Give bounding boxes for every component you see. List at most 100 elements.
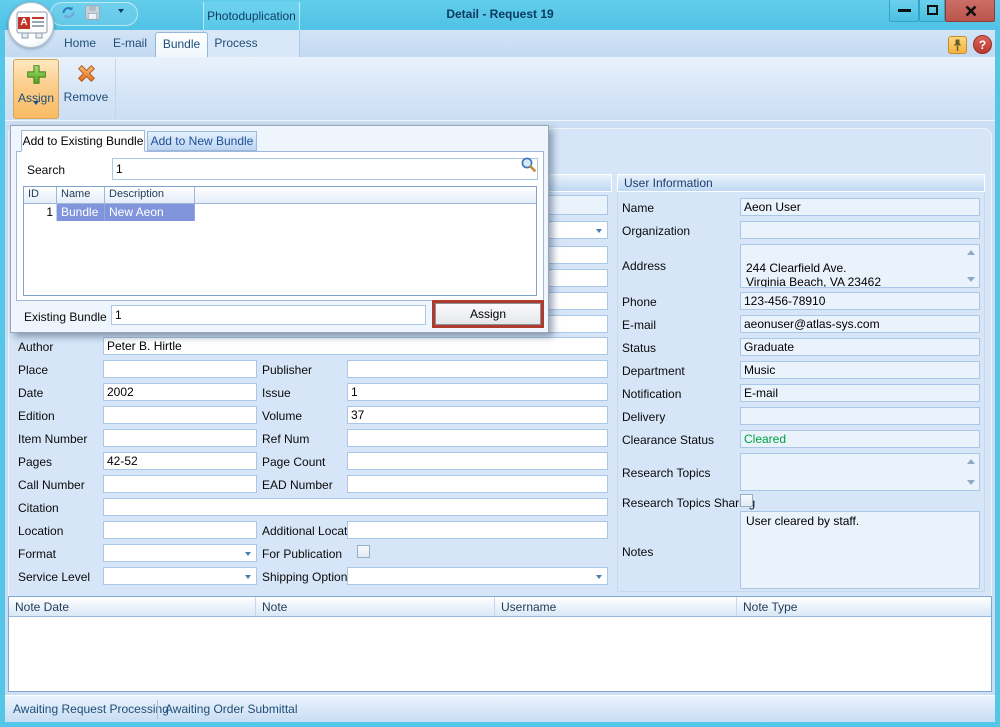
assign-button[interactable]: Assign (13, 59, 59, 119)
user-notes-label: Notes (622, 545, 653, 559)
page-count-field[interactable] (347, 452, 608, 470)
col-note[interactable]: Note (256, 597, 495, 616)
status-separator (157, 700, 158, 719)
place-field[interactable] (103, 360, 257, 378)
citation-field[interactable] (103, 498, 608, 516)
popup-assign-button[interactable]: Assign (435, 303, 541, 325)
tab-add-existing-bundle[interactable]: Add to Existing Bundle (21, 130, 145, 152)
edition-field[interactable] (103, 406, 257, 424)
for-publication-label: For Publication (262, 547, 342, 561)
research-topics-sharing-label: Research Topics Sharing (622, 496, 755, 510)
status-request: Awaiting Request Processing (13, 702, 169, 716)
pin-icon[interactable] (948, 36, 967, 54)
notes-grid[interactable]: Note Date Note Username Note Type (8, 596, 992, 692)
status-field[interactable]: Graduate (740, 338, 980, 356)
bundle-grid-header: ID Name Description (24, 187, 536, 204)
delivery-field[interactable] (740, 407, 980, 425)
research-topics-field[interactable] (740, 453, 980, 491)
tab-home[interactable]: Home (55, 30, 105, 57)
assign-target-highlight: Assign (432, 300, 544, 328)
item-number-field[interactable] (103, 429, 257, 447)
service-level-dropdown[interactable] (103, 567, 257, 585)
col-description[interactable]: Description (105, 187, 195, 203)
bundle-description-cell[interactable]: New Aeon Bundle (105, 204, 195, 221)
clearance-status-field[interactable]: Cleared (740, 430, 980, 448)
email-field[interactable]: aeonuser@atlas-sys.com (740, 315, 980, 333)
bundle-row-selected[interactable]: 1 Bundle 1 New Aeon Bundle (24, 204, 536, 221)
spin-down-icon[interactable] (967, 277, 975, 282)
notification-label: Notification (622, 387, 681, 401)
ead-number-label: EAD Number (262, 478, 333, 492)
address-spinner[interactable] (964, 246, 978, 286)
research-topics-spinner[interactable] (964, 455, 978, 489)
ead-number-field[interactable] (347, 475, 608, 493)
bundle-id-cell[interactable]: 1 (24, 204, 57, 221)
bundle-grid[interactable]: ID Name Description 1 Bundle 1 New Aeon … (23, 186, 537, 296)
tab-process[interactable]: Process (205, 30, 267, 57)
email-label: E-mail (622, 318, 656, 332)
department-field[interactable]: Music (740, 361, 980, 379)
for-publication-checkbox[interactable] (357, 545, 370, 558)
tab-add-new-bundle[interactable]: Add to New Bundle (147, 131, 257, 151)
clearance-status-label: Clearance Status (622, 433, 714, 447)
address-label: Address (622, 259, 666, 273)
col-filler (195, 187, 536, 203)
add-to-bundle-popup: Add to Existing Bundle Add to New Bundle… (10, 125, 549, 333)
notification-field[interactable]: E-mail (740, 384, 980, 402)
organization-field[interactable] (740, 221, 980, 239)
existing-bundle-id-label: Existing Bundle ID (24, 310, 122, 324)
spin-up-icon[interactable] (967, 250, 975, 255)
ref-num-label: Ref Num (262, 432, 309, 446)
location-field[interactable] (103, 521, 257, 539)
col-username[interactable]: Username (495, 597, 737, 616)
user-name-field[interactable]: Aeon User (740, 198, 980, 216)
research-topics-sharing-checkbox[interactable] (740, 494, 753, 507)
call-number-label: Call Number (18, 478, 85, 492)
spin-down-icon[interactable] (967, 480, 975, 485)
format-dropdown[interactable] (103, 544, 257, 562)
tab-email[interactable]: E-mail (105, 30, 155, 57)
minimize-button[interactable] (889, 0, 919, 22)
date-field[interactable] (103, 383, 257, 401)
issue-field[interactable] (347, 383, 608, 401)
search-input[interactable] (112, 158, 538, 180)
pages-label: Pages (18, 455, 52, 469)
citation-label: Citation (18, 501, 59, 515)
col-note-date[interactable]: Note Date (9, 597, 256, 616)
app-icon[interactable]: A (8, 2, 54, 48)
x-icon (75, 62, 98, 85)
ribbon-tab-strip: Home E-mail Bundle Process ? (5, 30, 995, 57)
remove-button[interactable]: Remove (63, 59, 109, 119)
publisher-label: Publisher (262, 363, 312, 377)
shipping-option-dropdown[interactable] (347, 567, 608, 585)
bundle-name-cell[interactable]: Bundle 1 (57, 204, 105, 221)
delivery-label: Delivery (622, 410, 665, 424)
maximize-button[interactable] (919, 0, 945, 22)
phone-field[interactable]: 123-456-78910 (740, 292, 980, 310)
additional-location-field[interactable] (347, 521, 608, 539)
call-number-field[interactable] (103, 475, 257, 493)
assign-dropdown-icon (33, 101, 39, 119)
organization-label: Organization (622, 224, 690, 238)
app-window: Photoduplication Detail - Request 19 A H… (0, 0, 1000, 727)
ribbon-group-separator (115, 59, 116, 119)
publisher-field[interactable] (347, 360, 608, 378)
spin-up-icon[interactable] (967, 459, 975, 464)
tab-bundle[interactable]: Bundle (155, 32, 208, 57)
user-notes-field[interactable]: User cleared by staff. (740, 511, 980, 589)
close-button[interactable] (945, 0, 995, 22)
col-note-type[interactable]: Note Type (737, 597, 991, 616)
volume-field[interactable] (347, 406, 608, 424)
help-icon[interactable]: ? (973, 35, 992, 54)
volume-label: Volume (262, 409, 302, 423)
search-icon[interactable] (520, 156, 537, 176)
format-label: Format (18, 547, 56, 561)
ref-num-field[interactable] (347, 429, 608, 447)
existing-bundle-id-input[interactable] (111, 305, 426, 325)
col-name[interactable]: Name (57, 187, 105, 203)
col-id[interactable]: ID (24, 187, 57, 203)
pages-field[interactable] (103, 452, 257, 470)
address-field[interactable]: 244 Clearfield Ave. Virginia Beach, VA 2… (740, 244, 980, 288)
author-field[interactable] (103, 337, 608, 355)
title-bar: Photoduplication Detail - Request 19 (0, 0, 1000, 30)
